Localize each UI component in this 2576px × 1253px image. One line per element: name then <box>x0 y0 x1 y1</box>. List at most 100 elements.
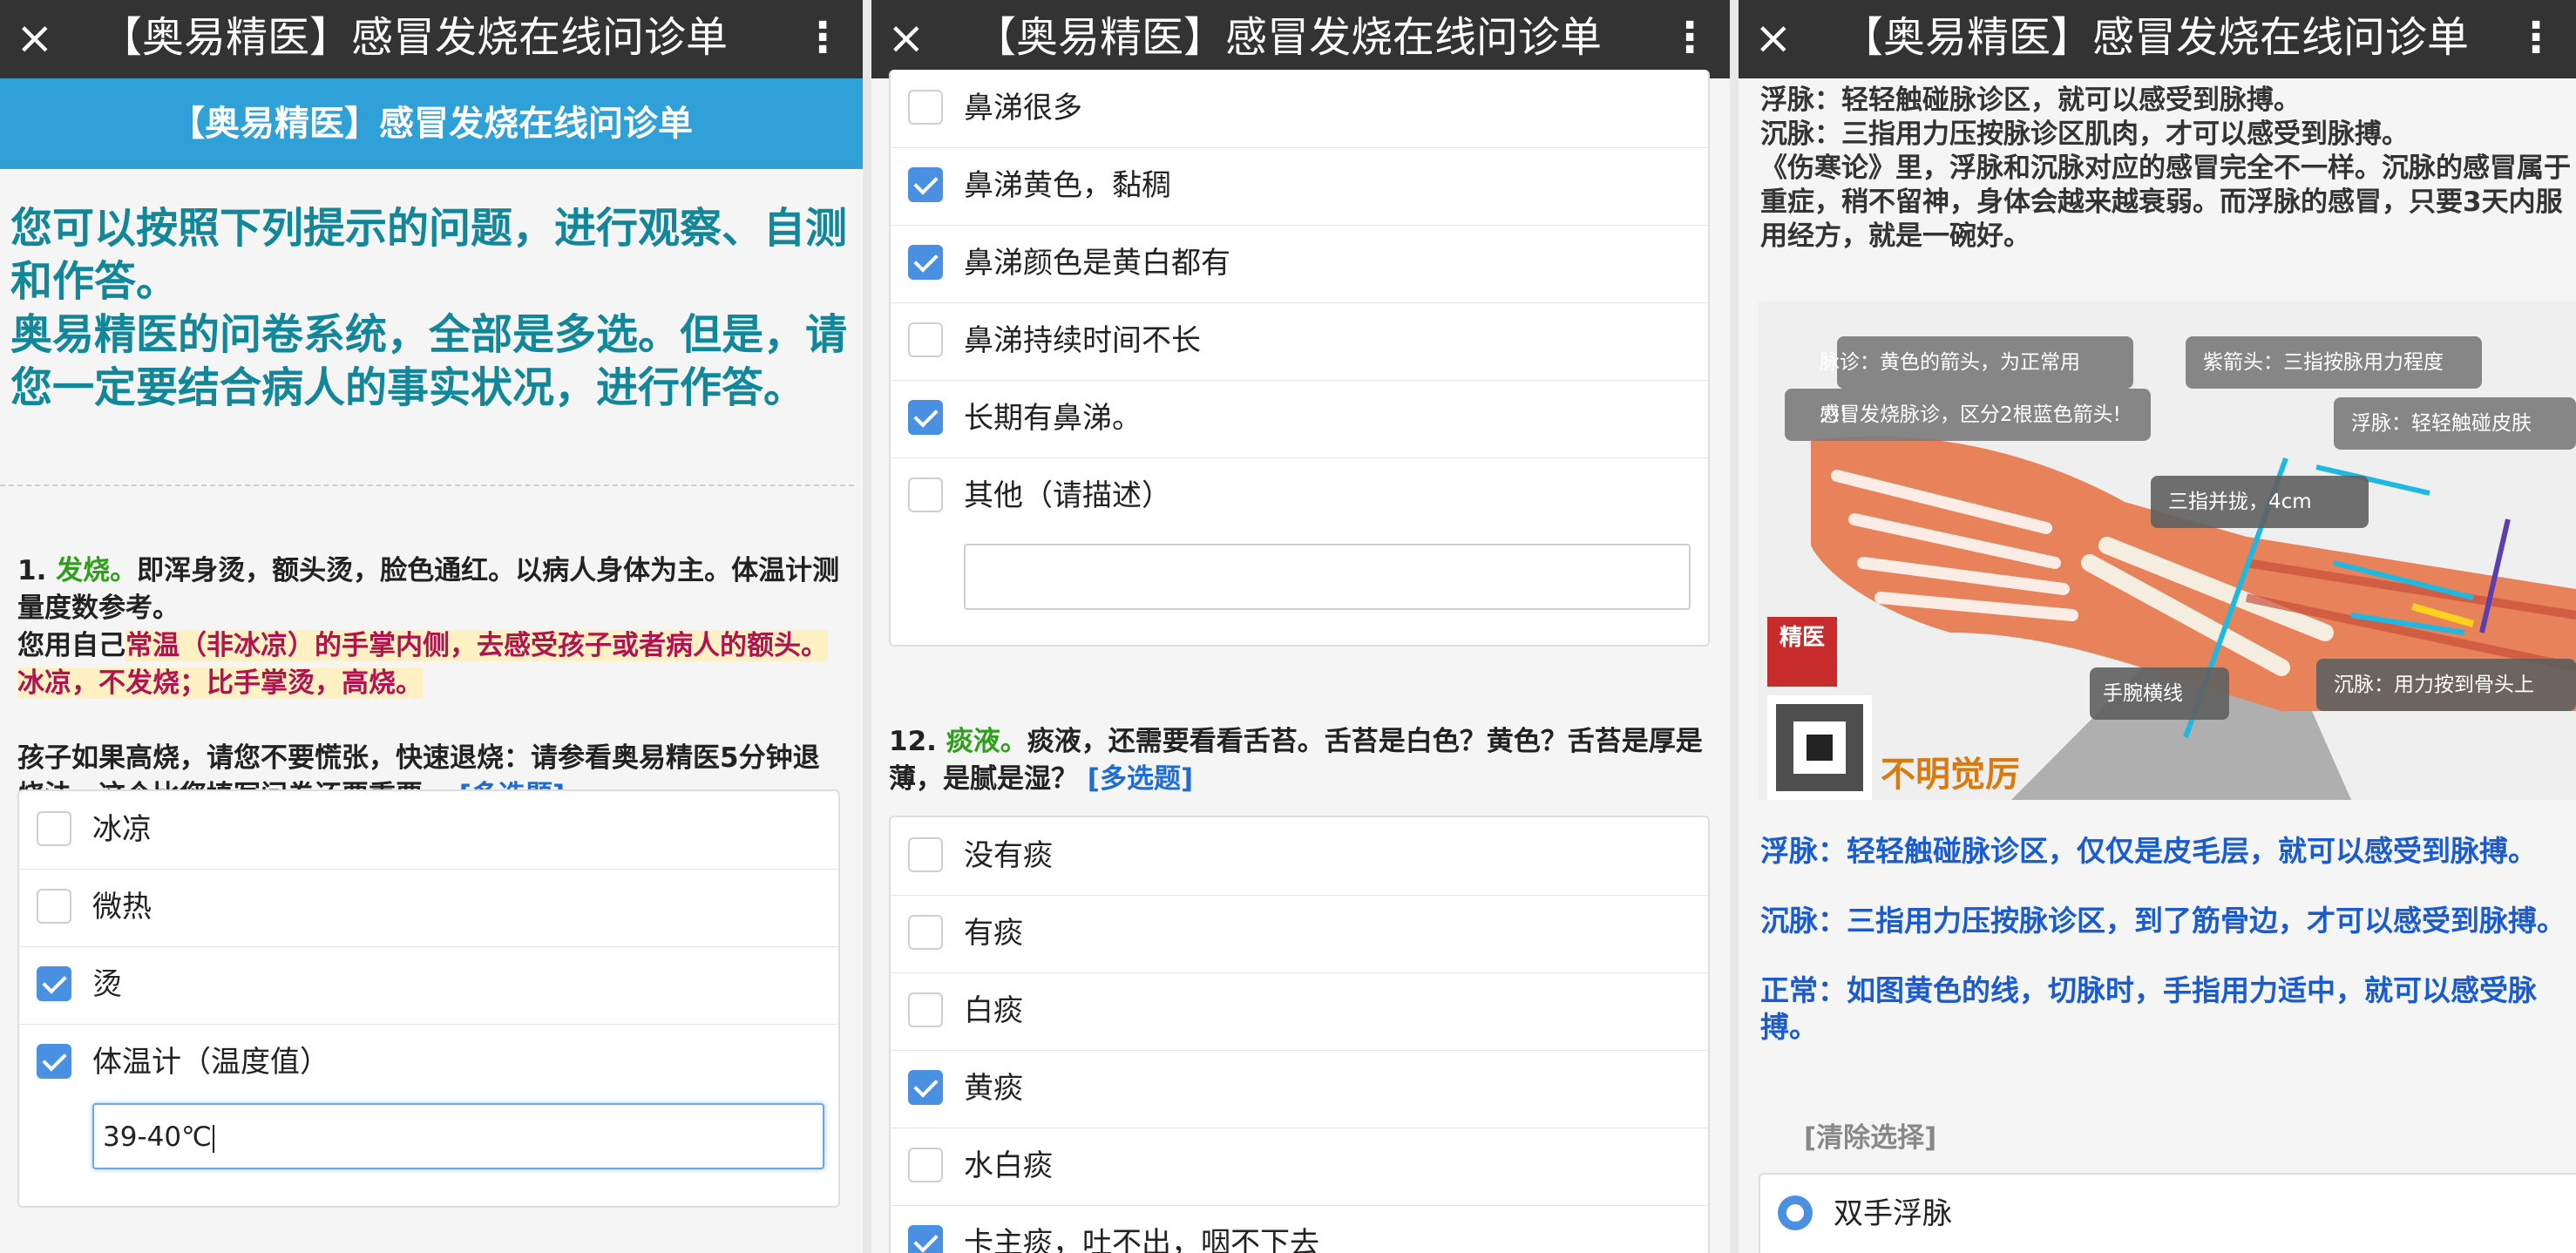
screen-3: × 【奥易精医】感冒发烧在线问诊单 ⋮ 浮脉：轻轻触碰脉诊区，就可以感受到脉搏。… <box>1739 0 2576 1253</box>
deep-pulse-blue: 沉脉：三指用力压按脉诊区，到了筋骨边，才可以感受到脉搏。 <box>1760 904 2566 938</box>
figure-label: 手腕横线 <box>2103 682 2183 705</box>
checkbox-checked-icon[interactable] <box>908 167 943 202</box>
checkbox-checked-icon[interactable] <box>908 245 943 280</box>
checkbox-unchecked-icon[interactable] <box>37 811 71 846</box>
question-12: 12. 痰液。痰液，还需要看看舌苔。舌苔是白色？黄色？舌苔是厚是薄，是腻是湿？ … <box>889 723 1717 798</box>
option-label: 没有痰 <box>964 838 1053 873</box>
checkbox-unchecked-icon[interactable] <box>908 1148 943 1182</box>
radio-option-label: 双手浮脉 <box>1834 1196 1952 1231</box>
intro-text: 您可以按照下列提示的问题，进行观察、自测和作答。 奥易精医的问卷系统，全部是多选… <box>10 202 851 415</box>
question-1-options: 冰凉微热烫体温计（温度值） 39-40℃ <box>17 789 840 1208</box>
option-label: 白痰 <box>964 993 1023 1028</box>
option-row[interactable]: 鼻涕黄色，黏稠 <box>891 147 1708 226</box>
more-menu-icon[interactable]: ⋮ <box>2515 0 2557 75</box>
option-label: 微热 <box>92 890 152 925</box>
option-label: 烫 <box>92 967 122 1002</box>
question-1: 1. 发烧。即浑身烫，额头烫，脸色通红。以病人身体为主。体温计测量度数参考。 您… <box>17 552 845 815</box>
seal-stamp: 精医 <box>1779 625 1825 651</box>
deep-pulse-text: 沉脉：三指用力压按脉诊区肌肉，才可以感受到脉搏。 <box>1760 119 2409 150</box>
close-icon[interactable]: × <box>887 5 925 71</box>
option-label: 鼻涕持续时间不长 <box>964 323 1201 358</box>
question-highlight: 常温（非冰凉）的手掌内侧，去感受孩子或者病人的额头。冰凉，不发烧；比手掌烫，高烧… <box>17 630 828 699</box>
checkbox-unchecked-icon[interactable] <box>37 889 71 924</box>
top-bar: × 【奥易精医】感冒发烧在线问诊单 ⋮ <box>0 0 863 78</box>
checkbox-checked-icon[interactable] <box>908 1225 943 1253</box>
option-label: 有痰 <box>964 916 1023 951</box>
option-row[interactable]: 烫 <box>19 946 838 1025</box>
divider <box>0 484 854 486</box>
screen-separator <box>863 0 871 1253</box>
more-menu-icon[interactable]: ⋮ <box>802 0 844 75</box>
window-title: 【奥易精医】感冒发烧在线问诊单 <box>1841 13 2470 62</box>
option-row[interactable]: 长期有鼻涕。 <box>891 380 1708 458</box>
clear-selection-link[interactable]: [清除选择] <box>1804 1115 1936 1155</box>
question-12-options: 没有痰有痰白痰黄痰水白痰卡主痰，吐不出，咽不下去 <box>889 816 1710 1253</box>
checkbox-checked-icon[interactable] <box>908 1070 943 1105</box>
floating-pulse-text: 浮脉：轻轻触碰脉诊区，就可以感受到脉搏。 <box>1760 85 2301 116</box>
figure-label: 沉脉：用力按到骨头上 <box>2334 674 2534 696</box>
intro-line-1: 您可以按照下列提示的问题，进行观察、自测和作答。 <box>10 204 848 306</box>
shanghanlun-note: 《伤寒论》里，浮脉和沉脉对应的感冒完全不一样。沉脉的感冒属于重症，稍不留神，身体… <box>1760 152 2571 252</box>
top-bar: × 【奥易精医】感冒发烧在线问诊单 ⋮ <box>1739 0 2576 78</box>
figure-label: 感冒发烧脉诊，区分2根蓝色箭头! <box>1820 403 2121 426</box>
window-title: 【奥易精医】感冒发烧在线问诊单 <box>974 13 1603 62</box>
checkbox-unchecked-icon[interactable] <box>908 992 943 1027</box>
question-number: 12. <box>889 726 937 757</box>
question-keyword: 发烧。 <box>56 555 138 586</box>
question-11-options: 鼻涕很多鼻涕黄色，黏稠鼻涕颜色是黄白都有 鼻涕持续时间不长 长期有鼻涕。 其他（请描述… <box>889 70 1710 647</box>
option-label: 鼻涕很多 <box>964 91 1082 125</box>
window-title: 【奥易精医】感冒发烧在线问诊单 <box>100 13 729 62</box>
screen-1: × 【奥易精医】感冒发烧在线问诊单 ⋮ 【奥易精医】感冒发烧在线问诊单 您可以按… <box>0 0 863 1253</box>
option-label: 其他（请描述） <box>964 478 1171 513</box>
option-row[interactable]: 鼻涕颜色是黄白都有 <box>891 225 1708 303</box>
option-row[interactable]: 其他（请描述） <box>891 457 1708 535</box>
checkbox-unchecked-icon[interactable] <box>908 477 943 512</box>
checkbox-unchecked-icon[interactable] <box>908 837 943 872</box>
option-label: 黄痰 <box>964 1071 1023 1106</box>
other-description-input[interactable] <box>964 544 1691 610</box>
multi-select-tag: [多选题] <box>1087 763 1194 795</box>
option-label: 体温计（温度值） <box>92 1045 329 1080</box>
temperature-input[interactable]: 39-40℃ <box>92 1103 824 1169</box>
normal-pulse-blue: 正常：如图黄色的线，切脉时，手指用力适中，就可以感受脉搏。 <box>1760 973 2537 1044</box>
option-label: 鼻涕黄色，黏稠 <box>964 168 1171 203</box>
close-icon[interactable]: × <box>16 5 54 71</box>
option-row[interactable]: 鼻涕很多 <box>891 70 1708 148</box>
brand-text: 不明觉厉 <box>1881 755 2020 795</box>
radio-selected-icon[interactable] <box>1778 1195 1813 1230</box>
option-row[interactable]: 冰凉 <box>19 791 838 870</box>
option-label: 水白痰 <box>964 1148 1053 1183</box>
option-row[interactable]: 水白痰 <box>891 1128 1708 1206</box>
radio-option-card[interactable]: 双手浮脉 <box>1759 1173 2576 1253</box>
option-row[interactable]: 有痰 <box>891 895 1708 973</box>
checkbox-unchecked-icon[interactable] <box>908 915 943 950</box>
option-label: 鼻涕颜色是黄白都有 <box>964 246 1230 281</box>
option-label: 长期有鼻涕。 <box>964 401 1142 436</box>
option-row[interactable]: 卡主痰，吐不出，咽不下去 <box>891 1205 1708 1253</box>
close-icon[interactable]: × <box>1754 5 1793 71</box>
pulse-diagnosis-image: 脉诊：黄色的箭头，为正常用力! 紫箭头：三指按脉用力程度 感冒发烧脉诊，区分2根… <box>1759 301 2576 800</box>
survey-banner: 【奥易精医】感冒发烧在线问诊单 <box>0 78 863 169</box>
intro-line-2: 奥易精医的问卷系统，全部是多选。但是，请您一定要结合病人的事实状况，进行作答。 <box>10 310 848 412</box>
option-row[interactable]: 鼻涕持续时间不长 <box>891 302 1708 381</box>
figure-label: 浮脉：轻轻触碰皮肤 <box>2351 412 2532 435</box>
question-number: 1. <box>17 555 47 586</box>
option-row[interactable]: 微热 <box>19 869 838 947</box>
checkbox-checked-icon[interactable] <box>37 966 71 1001</box>
text-caret <box>212 1124 214 1153</box>
temperature-value: 39-40℃ <box>103 1121 212 1153</box>
question-text: 您用自己 <box>17 630 125 661</box>
option-row[interactable]: 体温计（温度值） <box>19 1024 838 1101</box>
checkbox-checked-icon[interactable] <box>908 400 943 435</box>
checkbox-unchecked-icon[interactable] <box>908 90 943 125</box>
checkbox-checked-icon[interactable] <box>37 1044 71 1079</box>
top-bar: × 【奥易精医】感冒发烧在线问诊单 ⋮ <box>871 0 1730 78</box>
question-text: 即浑身烫，额头烫，脸色通红。以病人身体为主。体温计测量度数参考。 <box>17 555 840 624</box>
figure-label: 三指并拢，4cm <box>2168 491 2312 513</box>
option-row[interactable]: 黄痰 <box>891 1050 1708 1128</box>
more-menu-icon[interactable]: ⋮ <box>1669 0 1711 75</box>
option-row[interactable]: 没有痰 <box>891 817 1708 896</box>
option-row[interactable]: 白痰 <box>891 972 1708 1051</box>
floating-pulse-blue: 浮脉：轻轻触碰脉诊区，仅仅是皮毛层，就可以感受到脉搏。 <box>1760 834 2537 868</box>
checkbox-unchecked-icon[interactable] <box>908 322 943 357</box>
